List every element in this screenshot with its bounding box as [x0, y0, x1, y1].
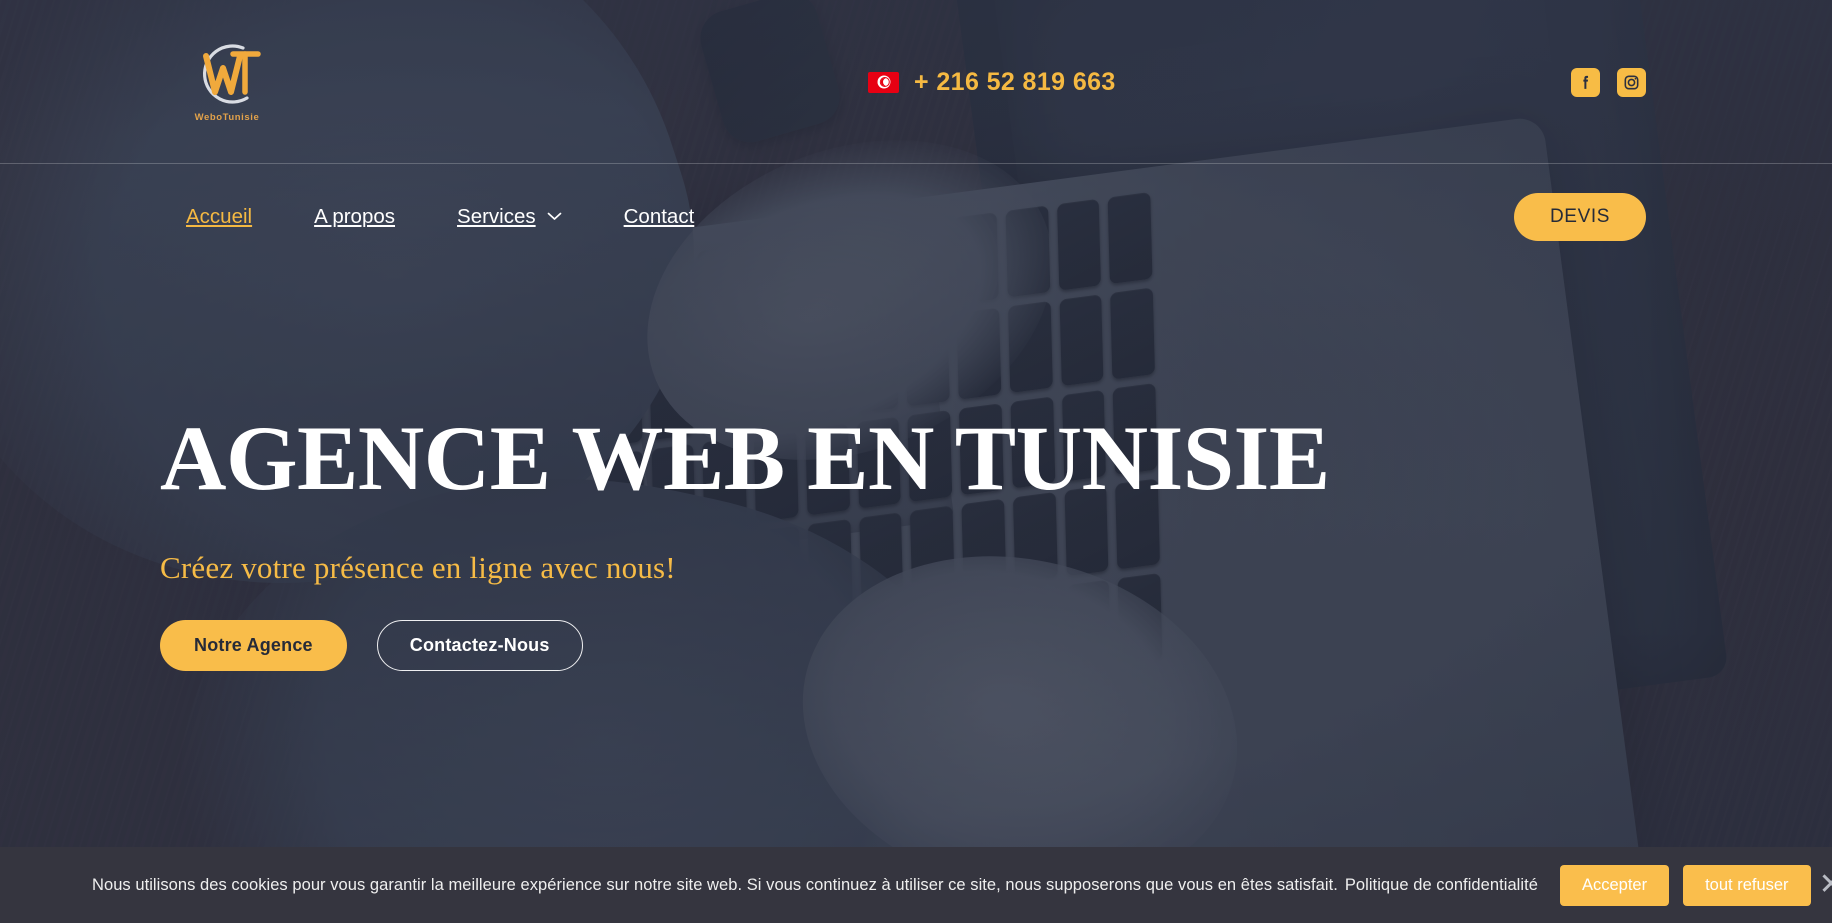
- instagram-glyph: [1624, 75, 1639, 89]
- wt-monogram-icon: WeboTunisie: [195, 44, 261, 123]
- reject-cookies-button[interactable]: tout refuser: [1683, 864, 1811, 906]
- nav-item-list: Accueil A propos Services Contact: [186, 205, 725, 229]
- cookie-consent-banner: Nous utilisons des cookies pour vous gar…: [0, 847, 1832, 923]
- top-bar: WeboTunisie + 216 52 819 663: [0, 0, 1832, 164]
- devis-button[interactable]: DEVIS: [1513, 192, 1646, 241]
- accept-cookies-button[interactable]: Accepter: [1559, 864, 1670, 906]
- main-navigation: Accueil A propos Services Contact DEVIS: [0, 164, 1832, 269]
- nav-label-services: Services: [457, 204, 536, 228]
- nav-label-a-propos: A propos: [314, 204, 396, 228]
- hero-content: AGENCE WEB EN TUNISIE Créez votre présen…: [160, 410, 1560, 671]
- cookie-message: Nous utilisons des cookies pour vous gar…: [92, 875, 1338, 894]
- notre-agence-button[interactable]: Notre Agence: [160, 619, 347, 671]
- nav-item-accueil[interactable]: Accueil: [186, 205, 283, 229]
- nav-item-services[interactable]: Services: [426, 205, 593, 229]
- chevron-down-icon: [547, 212, 561, 220]
- page-title: AGENCE WEB EN TUNISIE: [160, 407, 1330, 509]
- privacy-policy-link[interactable]: Politique de confidentialité: [1345, 876, 1538, 895]
- hero-section: WeboTunisie + 216 52 819 663 Accueil A p…: [0, 0, 1832, 923]
- hero-cta-group: Notre Agence Contactez-Nous: [160, 619, 1560, 671]
- nav-label-accueil: Accueil: [186, 204, 253, 228]
- hero-subtitle: Créez votre présence en ligne avec nous!: [160, 549, 676, 585]
- site-logo[interactable]: WeboTunisie: [186, 34, 268, 130]
- phone-number[interactable]: + 216 52 819 663: [914, 68, 1116, 97]
- facebook-icon[interactable]: [1571, 67, 1600, 97]
- nav-item-contact[interactable]: Contact: [593, 205, 726, 229]
- contactez-nous-button[interactable]: Contactez-Nous: [376, 619, 583, 671]
- instagram-icon[interactable]: [1617, 67, 1646, 97]
- svg-text:WeboTunisie: WeboTunisie: [195, 112, 260, 123]
- nav-label-contact: Contact: [623, 204, 695, 228]
- facebook-glyph: [1583, 75, 1589, 89]
- social-links: [1571, 67, 1646, 97]
- close-icon[interactable]: ✕: [1811, 870, 1832, 900]
- phone-block[interactable]: + 216 52 819 663: [868, 68, 1116, 97]
- nav-item-a-propos[interactable]: A propos: [283, 205, 426, 229]
- cookie-actions: Accepter tout refuser: [1559, 864, 1811, 906]
- tunisia-flag-icon: [868, 71, 899, 93]
